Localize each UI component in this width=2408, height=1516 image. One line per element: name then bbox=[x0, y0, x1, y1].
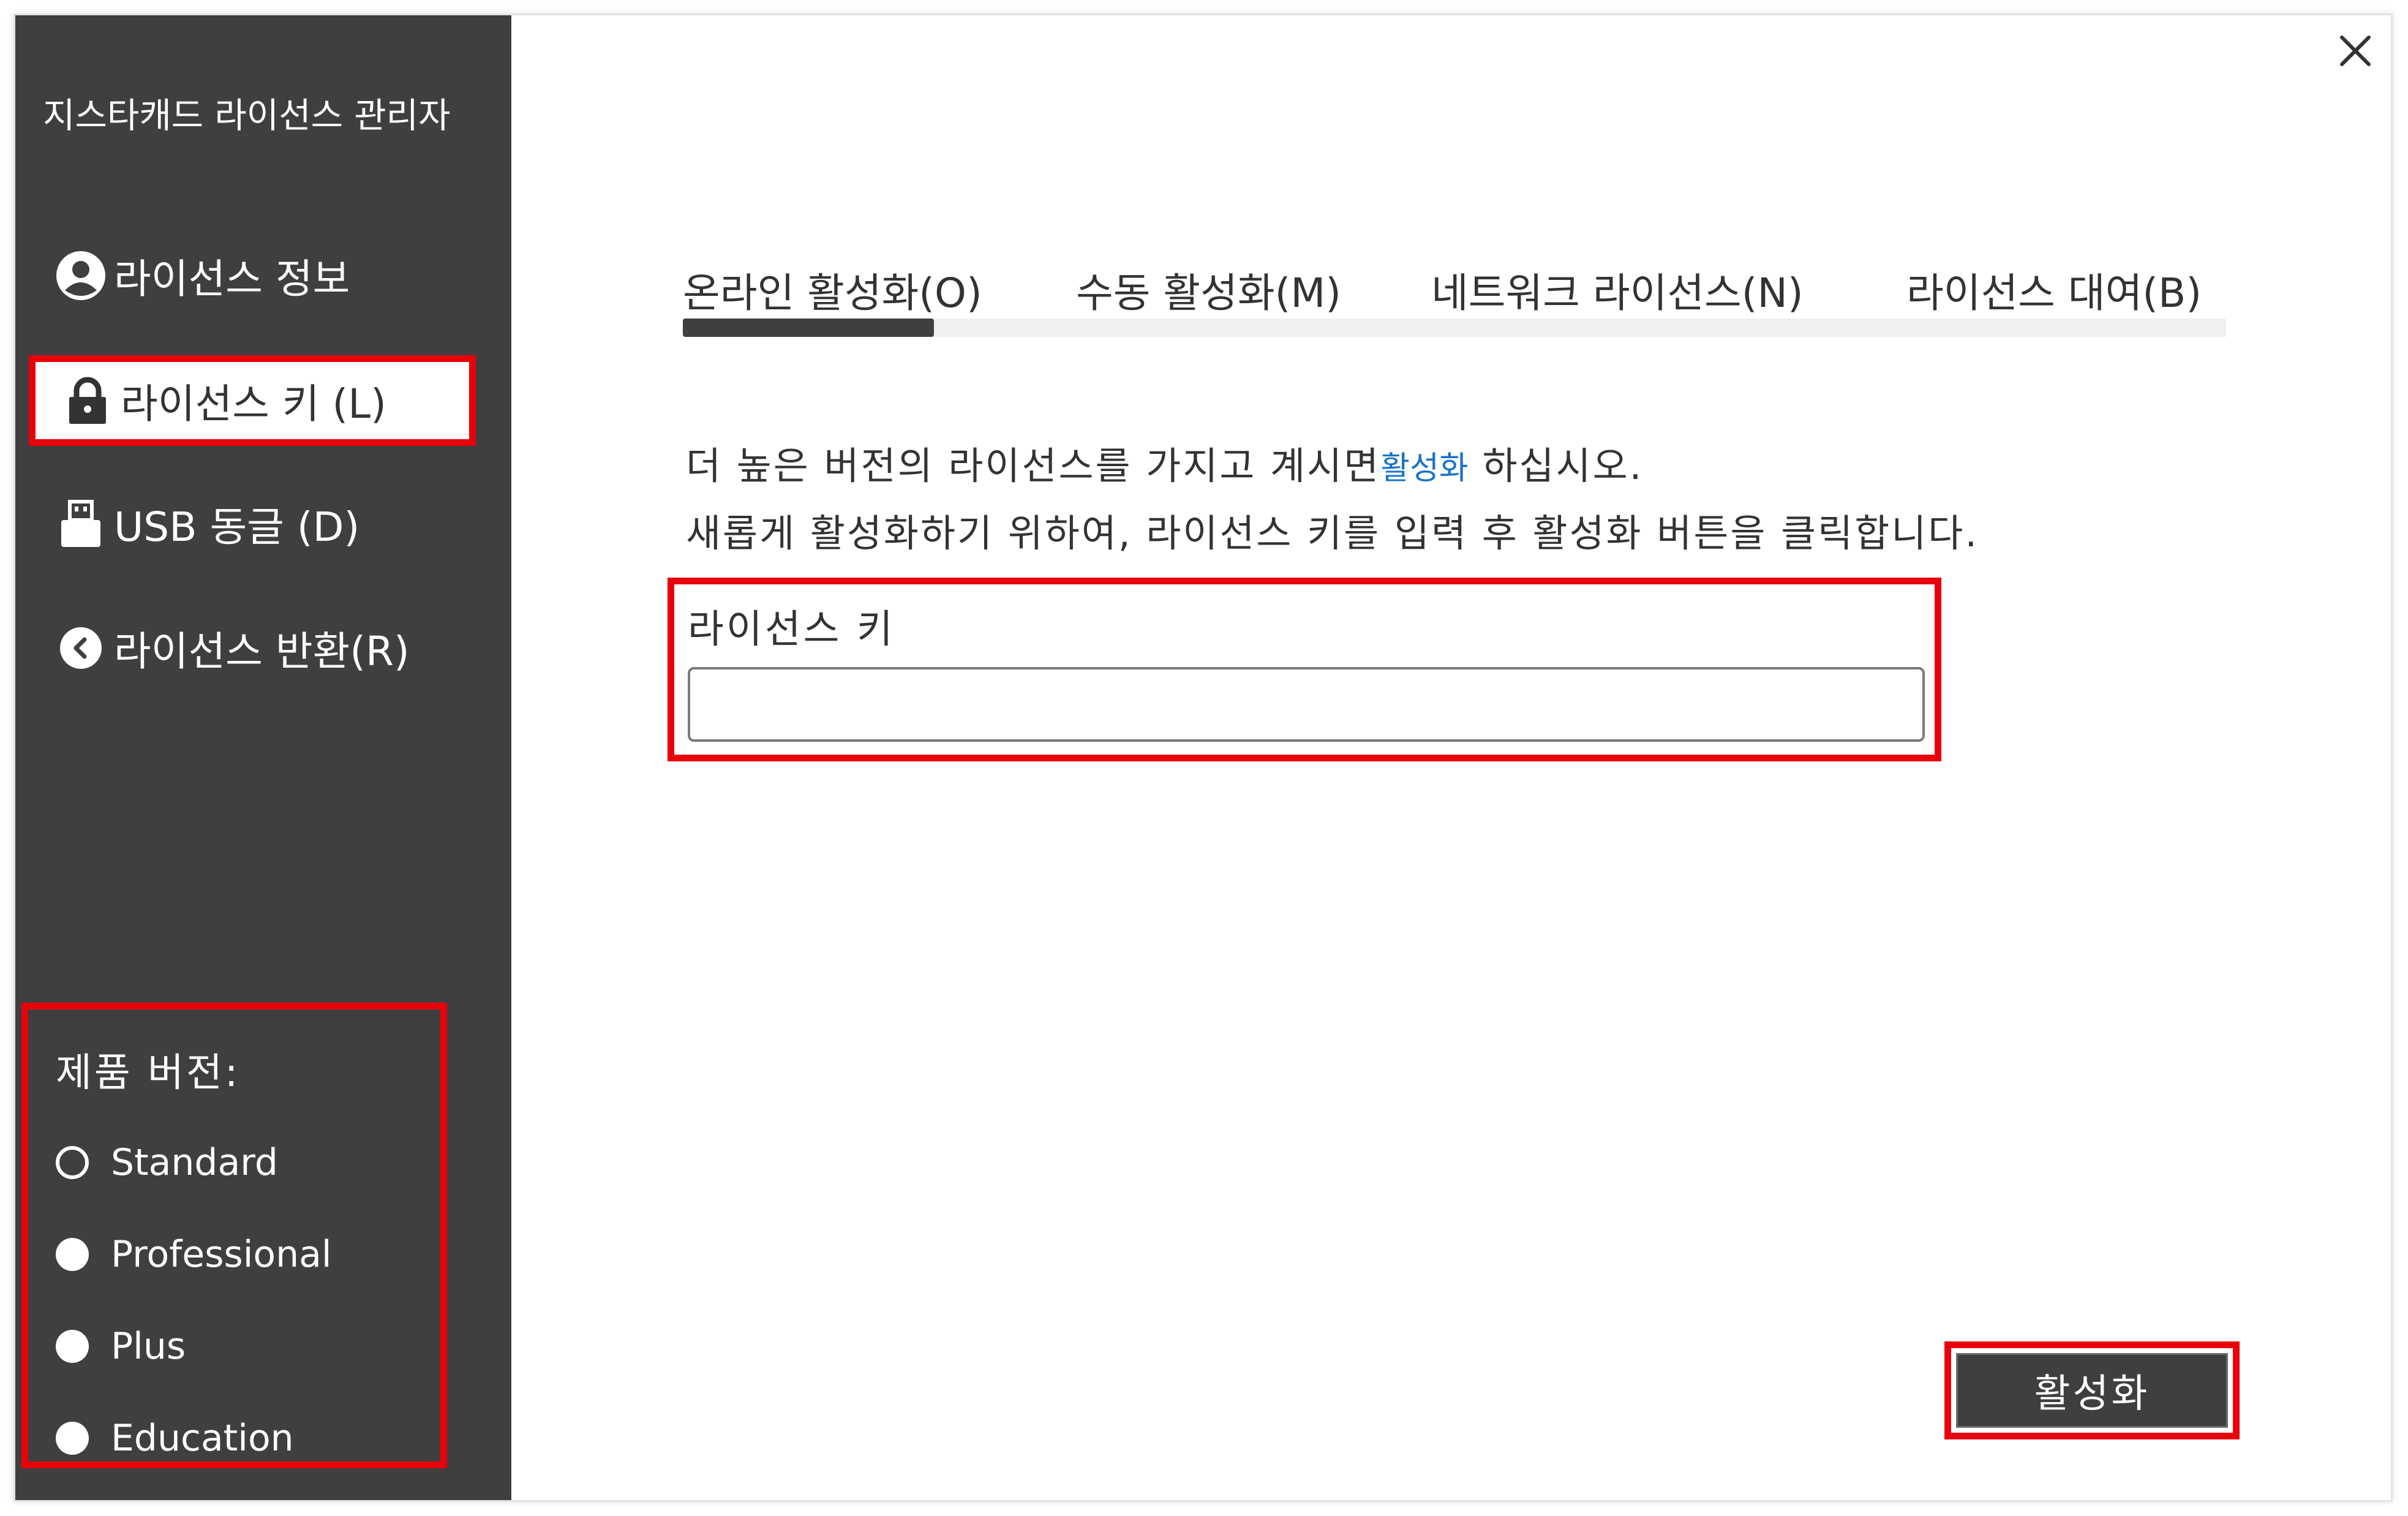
version-option-label: Education bbox=[111, 1417, 294, 1460]
version-option-label: Professional bbox=[111, 1233, 332, 1276]
sidebar-item-label: 라이선스 키 (L) bbox=[121, 380, 386, 428]
lock-icon bbox=[62, 375, 113, 426]
tab-network-license[interactable]: 네트워크 라이선스(N) bbox=[1431, 260, 1804, 319]
description-text: 더 높은 버전의 라이선스를 가지고 계시면 bbox=[686, 443, 1381, 488]
version-option-standard[interactable]: Standard bbox=[56, 1141, 278, 1184]
sidebar-item-license-info[interactable]: 라이선스 정보 bbox=[55, 242, 350, 309]
version-option-plus[interactable]: Plus bbox=[56, 1325, 186, 1368]
version-option-education[interactable]: Education bbox=[56, 1417, 294, 1460]
close-button[interactable] bbox=[2331, 26, 2380, 75]
license-key-label: 라이선스 키 bbox=[688, 607, 895, 652]
activation-tabs: 온라인 활성화(O) 수동 활성화(M) 네트워크 라이선스(N) 라이선스 대… bbox=[683, 248, 2226, 337]
user-circle-icon bbox=[55, 250, 107, 301]
app-title: 지스타캐드 라이선스 관리자 bbox=[43, 96, 451, 136]
description-line-2: 새롭게 활성화하기 위하여, 라이선스 키를 입력 후 활성화 버튼을 클릭합니… bbox=[686, 511, 1979, 556]
version-option-professional[interactable]: Professional bbox=[56, 1233, 332, 1276]
radio-unchecked-icon bbox=[56, 1146, 89, 1179]
activate-link[interactable]: 활성화 bbox=[1380, 450, 1469, 487]
version-option-label: Standard bbox=[111, 1141, 278, 1184]
tab-manual-activation[interactable]: 수동 활성화(M) bbox=[1076, 260, 1341, 319]
sidebar: 지스타캐드 라이선스 관리자 라이선스 정보 라이선스 키 (L) USB 동글… bbox=[15, 15, 511, 1500]
tab-online-activation[interactable]: 온라인 활성화(O) bbox=[683, 260, 982, 319]
activate-button[interactable]: 활성화 bbox=[1956, 1353, 2228, 1428]
sidebar-item-usb-dongle[interactable]: USB 동글 (D) bbox=[55, 490, 359, 557]
tab-license-borrow[interactable]: 라이선스 대여(B) bbox=[1906, 260, 2202, 319]
product-version-group: 제품 버전: Standard Professional Plus Educat… bbox=[21, 1003, 447, 1468]
sidebar-item-label: 라이선스 반환(R) bbox=[114, 628, 410, 675]
sidebar-item-label: 라이선스 정보 bbox=[114, 255, 350, 303]
activate-button-group: 활성화 bbox=[1944, 1341, 2240, 1439]
license-manager-window: 지스타캐드 라이선스 관리자 라이선스 정보 라이선스 키 (L) USB 동글… bbox=[13, 13, 2393, 1502]
back-circle-icon bbox=[55, 622, 107, 674]
sidebar-item-label: USB 동글 (D) bbox=[114, 503, 360, 551]
tab-active-indicator bbox=[683, 319, 934, 337]
sidebar-item-license-key[interactable]: 라이선스 키 (L) bbox=[29, 355, 476, 446]
usb-icon bbox=[55, 498, 107, 549]
version-option-label: Plus bbox=[111, 1325, 186, 1368]
radio-filled-icon bbox=[56, 1330, 89, 1363]
close-icon bbox=[2340, 36, 2371, 66]
radio-filled-icon bbox=[56, 1238, 89, 1271]
product-version-label: 제품 버전: bbox=[56, 1050, 241, 1096]
description-text: 하십시오. bbox=[1468, 443, 1644, 488]
license-key-group: 라이선스 키 bbox=[668, 578, 1941, 761]
description-line-1: 더 높은 버전의 라이선스를 가지고 계시면활성화 하십시오. bbox=[686, 435, 1643, 490]
sidebar-item-license-return[interactable]: 라이선스 반환(R) bbox=[55, 614, 410, 682]
radio-filled-icon bbox=[56, 1422, 89, 1455]
license-key-input[interactable] bbox=[688, 667, 1925, 742]
